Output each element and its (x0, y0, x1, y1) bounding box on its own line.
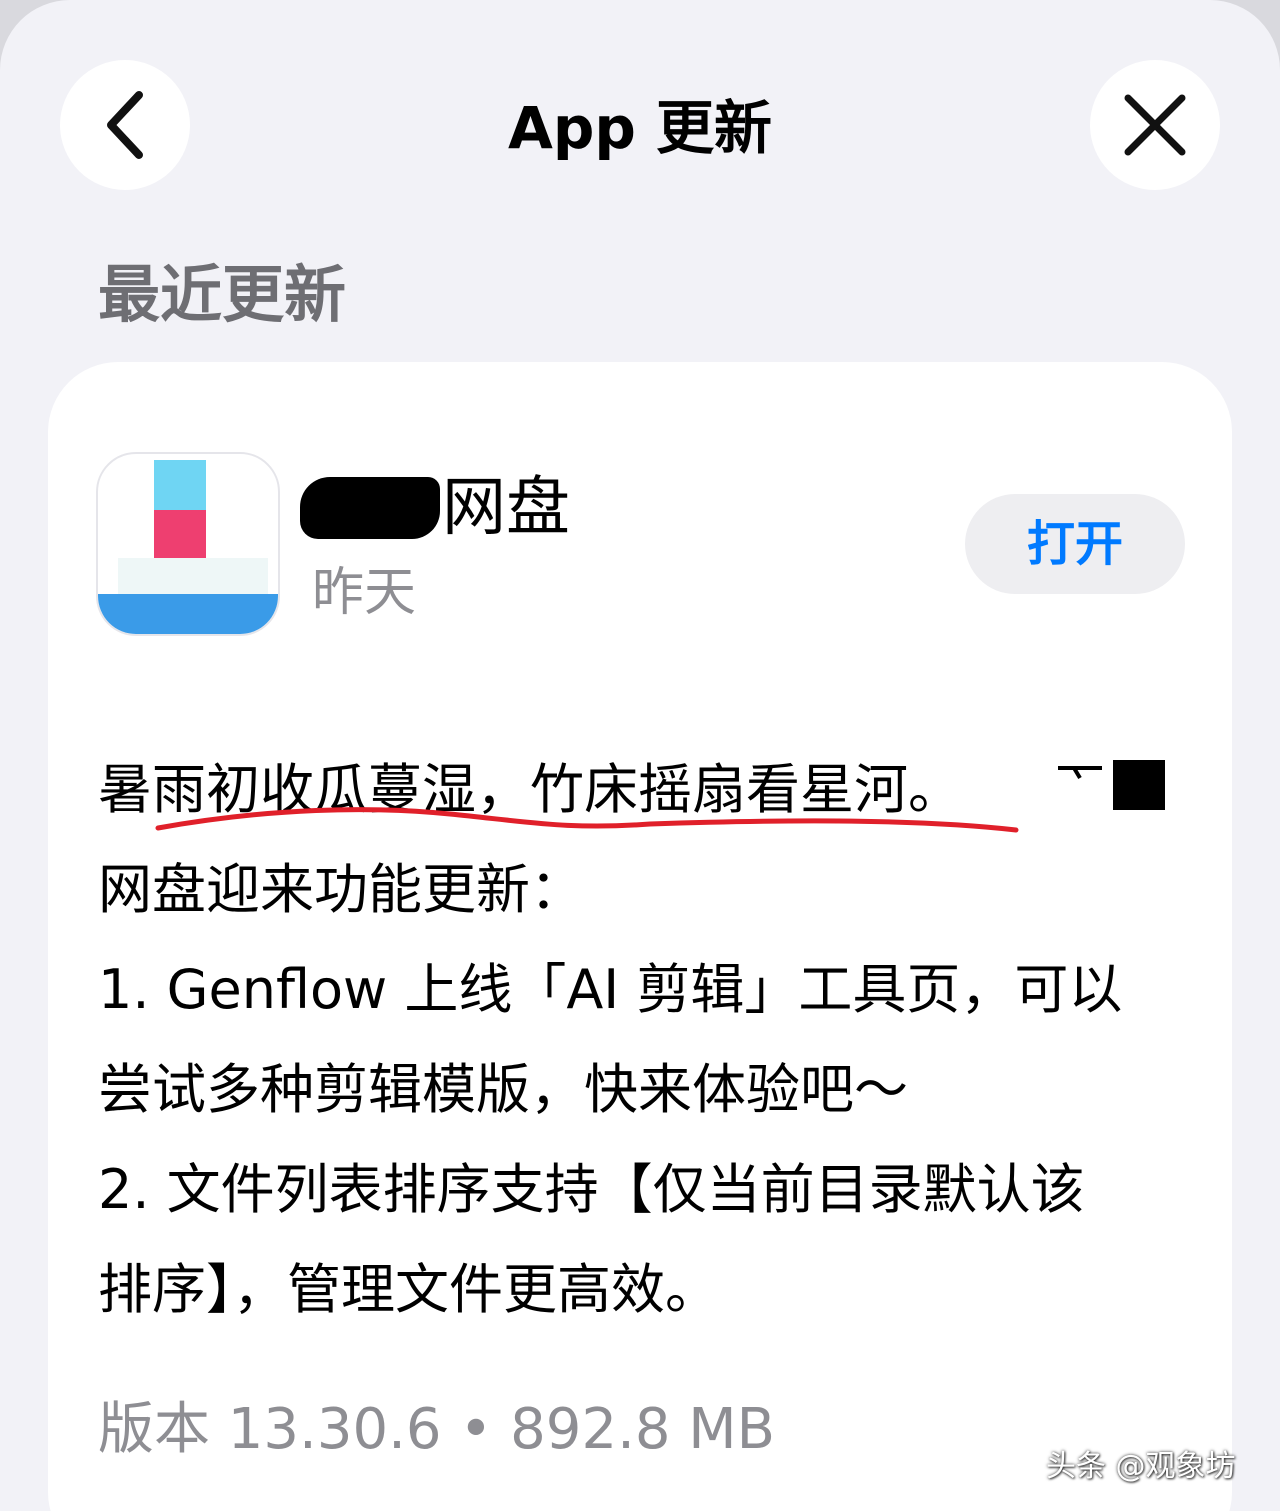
chevron-left-icon (107, 91, 143, 159)
release-note-line: 尝试多种剪辑模版，快来体验吧～ (98, 1058, 908, 1121)
app-name: 网盘 (300, 468, 570, 548)
release-note-line: 2. 文件列表排序支持【仅当前目录默认该 (98, 1158, 1085, 1221)
close-icon (1124, 94, 1186, 156)
watermark: 头条 @观象坊 (1046, 1449, 1236, 1484)
app-update-date: 昨天 (312, 563, 417, 623)
page-title: App 更新 (507, 94, 773, 162)
app-updates-sheet: App 更新 最近更新 网盘 昨天 打开 暑雨初收瓜蔓湿，竹床摇扇看星河。 网盘… (0, 0, 1280, 1511)
redaction-mark (300, 477, 440, 539)
red-underline-annotation (155, 807, 1019, 833)
release-note-line: 排序】，管理文件更高效。 (98, 1258, 719, 1321)
close-button[interactable] (1090, 60, 1220, 190)
redaction-block (1113, 760, 1165, 810)
icon-block-blue (98, 594, 278, 634)
icon-block-pink (154, 510, 206, 558)
release-note-line: 1. Genflow 上线「AI 剪辑」工具页，可以 (98, 958, 1123, 1021)
open-button[interactable]: 打开 (965, 494, 1185, 594)
section-title-recent-updates: 最近更新 (98, 258, 347, 331)
version-info: 版本 13.30.6 • 892.8 MB (98, 1397, 776, 1462)
release-note-line: 网盘迎来功能更新： (98, 858, 584, 921)
redaction-scribble (1058, 766, 1102, 780)
app-name-text: 网盘 (442, 471, 570, 545)
app-icon[interactable] (96, 452, 280, 636)
back-button[interactable] (60, 60, 190, 190)
